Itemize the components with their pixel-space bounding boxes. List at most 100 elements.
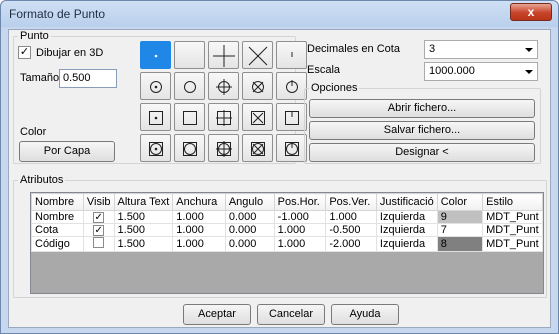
point-style-both-plus[interactable] (208, 134, 239, 162)
aceptar-button[interactable]: Aceptar (183, 304, 251, 325)
cell-pos-hor[interactable]: 1.000 (273, 223, 327, 237)
cell-justificacion[interactable]: Izquierda (375, 223, 438, 237)
point-style-circle-tick[interactable] (276, 72, 307, 100)
column-header[interactable]: Color (436, 193, 484, 211)
escala-select[interactable]: 1000.000 (424, 62, 538, 81)
cell-pos-hor[interactable]: -1.000 (273, 210, 327, 224)
point-symbol-icon (175, 42, 206, 70)
point-style-square-tick[interactable] (276, 103, 307, 131)
check-icon: ✓ (94, 212, 103, 223)
cell-anchura[interactable]: 1.000 (172, 236, 226, 252)
punto-legend: Punto (18, 30, 51, 42)
cell-angulo[interactable]: 0.000 (224, 236, 275, 252)
dialog-client: Punto ✓ Dibujar en 3D Tamaño 0.500 Color… (8, 29, 551, 328)
visible-checkbox[interactable]: ✓ (93, 212, 105, 223)
cell-angulo[interactable]: 0.000 (224, 210, 275, 224)
cell-color[interactable]: 8 (436, 236, 484, 252)
visible-checkbox[interactable]: ✓ (93, 225, 105, 236)
point-style-x[interactable] (242, 41, 273, 69)
cell-justificacion[interactable]: Izquierda (375, 210, 438, 224)
decimales-label: Decimales en Cota (307, 43, 400, 55)
table-row[interactable]: Cota ✓ 1.500 1.000 0.000 1.000 -0.500 Izquierda… (31, 223, 543, 237)
cell-color[interactable]: 9 (436, 210, 484, 224)
cell-anchura[interactable]: 1.000 (172, 210, 226, 224)
dibujar-3d-checkbox[interactable]: ✓ (18, 46, 31, 59)
visible-cell[interactable] (82, 236, 115, 252)
ayuda-button[interactable]: Ayuda (331, 304, 399, 325)
cell-estilo[interactable]: MDT_Punt (482, 236, 543, 252)
cell-altura[interactable]: 1.500 (113, 210, 174, 224)
column-header[interactable]: Nombre (31, 193, 84, 211)
point-style-square[interactable] (174, 103, 205, 131)
point-style-both-tick[interactable] (276, 134, 307, 162)
point-style-tick[interactable] (276, 41, 307, 69)
title-bar[interactable]: Formato de Punto x (1, 1, 558, 27)
point-style-circle[interactable] (174, 72, 205, 100)
cell-pos-ver[interactable]: -0.500 (325, 223, 377, 237)
cell-justificacion[interactable]: Izquierda (375, 236, 438, 252)
point-style-plus[interactable] (208, 41, 239, 69)
dialog-window: Formato de Punto x Punto ✓ Dibujar en 3D… (0, 0, 559, 334)
cell-color[interactable]: 7 (436, 223, 484, 237)
cancelar-button[interactable]: Cancelar (257, 304, 325, 325)
table-row[interactable]: Código 1.500 1.000 0.000 1.000 -2.000 Izquierd… (31, 236, 543, 252)
column-header[interactable]: Angulo (224, 193, 275, 211)
punto-group: Punto ✓ Dibujar en 3D Tamaño 0.500 Color… (13, 30, 307, 164)
point-style-circle-plus[interactable] (208, 72, 239, 100)
column-header[interactable]: Pos.Ver. (325, 193, 377, 211)
column-header[interactable]: Anchura (172, 193, 226, 211)
point-symbol-icon (291, 52, 293, 57)
point-style-square-plus[interactable] (208, 103, 239, 131)
atributos-grid[interactable]: Nombre Visib Altura Text Anchura Angulo … (30, 192, 544, 294)
cell-nombre[interactable]: Cota (31, 223, 84, 237)
cell-pos-hor[interactable]: 1.000 (273, 236, 327, 252)
point-symbol-icon (149, 142, 163, 156)
point-style-square-dot[interactable] (140, 103, 171, 131)
decimales-select[interactable]: 3 (424, 40, 538, 59)
point-style-both[interactable] (174, 134, 205, 162)
salvar-fichero-button[interactable]: Salvar fichero... (309, 121, 535, 140)
point-style-circle-dot[interactable] (140, 72, 171, 100)
point-symbol-icon (251, 142, 265, 156)
cell-angulo[interactable]: 0.000 (224, 223, 275, 237)
por-capa-button[interactable]: Por Capa (19, 141, 115, 162)
point-style-both-dot[interactable] (140, 134, 171, 162)
abrir-fichero-button[interactable]: Abrir fichero... (309, 99, 535, 118)
cell-altura[interactable]: 1.500 (113, 236, 174, 252)
column-header[interactable]: Justificació (375, 193, 438, 211)
cell-pos-ver[interactable]: 1.000 (325, 210, 377, 224)
point-symbol-icon (149, 111, 163, 125)
point-symbol-icon (216, 110, 232, 126)
cell-estilo[interactable]: MDT_Punt (482, 223, 543, 237)
point-style-none[interactable] (174, 41, 205, 69)
chevron-down-icon (525, 48, 533, 52)
cell-anchura[interactable]: 1.000 (172, 223, 226, 237)
cell-estilo[interactable]: MDT_Punt (482, 210, 543, 224)
point-style-circle-x[interactable] (242, 72, 273, 100)
visible-checkbox[interactable] (93, 237, 105, 248)
column-header[interactable]: Estilo (482, 193, 543, 211)
point-style-both-x[interactable] (242, 134, 273, 162)
cell-nombre[interactable]: Nombre (31, 210, 84, 224)
cell-pos-ver[interactable]: -2.000 (325, 236, 377, 252)
cell-altura[interactable]: 1.500 (113, 223, 174, 237)
color-label: Color (20, 126, 47, 138)
designar-button[interactable]: Designar < (309, 143, 535, 162)
opciones-legend: Opciones (309, 82, 360, 94)
visible-cell[interactable]: ✓ (82, 210, 115, 224)
point-symbol-icon (252, 81, 264, 93)
table-row[interactable]: Nombre ✓ 1.500 1.000 0.000 -1.000 1.000 Izquier… (31, 210, 543, 224)
column-header[interactable]: Visib (82, 193, 115, 211)
close-button[interactable]: x (510, 3, 552, 21)
tamano-label: Tamaño (20, 72, 60, 84)
cell-nombre[interactable]: Código (31, 236, 84, 252)
point-style-square-x[interactable] (242, 103, 273, 131)
column-header[interactable]: Pos.Hor. (273, 193, 327, 211)
point-symbol-icon (184, 81, 196, 93)
point-style-dot[interactable] (140, 41, 171, 69)
visible-cell[interactable]: ✓ (82, 223, 115, 237)
atributos-legend: Atributos (18, 174, 66, 186)
point-symbol-icon (183, 111, 197, 125)
column-header[interactable]: Altura Text (113, 193, 174, 211)
tamano-input[interactable]: 0.500 (59, 69, 117, 88)
